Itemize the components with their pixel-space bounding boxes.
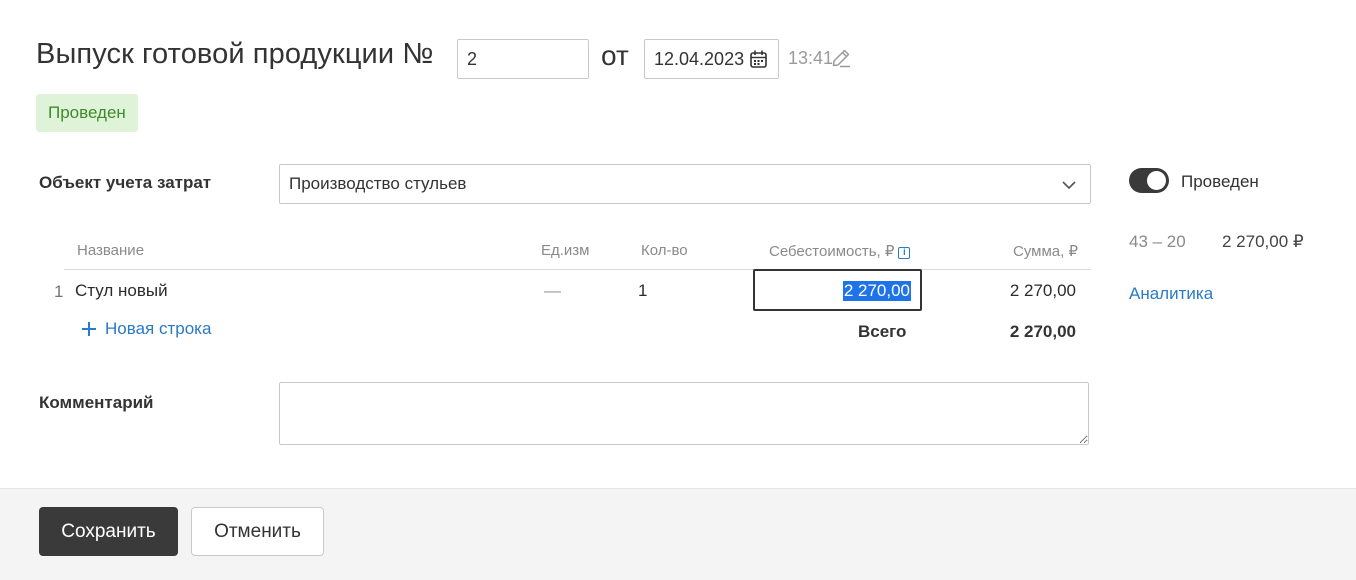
column-header-sum: Сумма, ₽	[1012, 243, 1078, 260]
posted-toggle-label: Проведен	[1181, 172, 1259, 191]
table-header-divider	[64, 269, 1091, 270]
date-field[interactable]: 12.04.2023	[644, 39, 779, 79]
total-label: Всего	[858, 322, 907, 341]
cost-object-value: Производство стульев	[289, 174, 467, 193]
row-cost-input[interactable]: 2 270,00	[753, 269, 922, 311]
comment-field[interactable]	[279, 382, 1089, 445]
time-value: 13:41	[788, 48, 834, 68]
row-sum: 2 270,00	[1009, 281, 1076, 300]
row-name[interactable]: Стул новый	[75, 281, 168, 301]
toggle-knob	[1147, 171, 1166, 190]
chevron-down-icon	[1062, 181, 1076, 190]
document-number-input[interactable]	[457, 39, 589, 79]
from-label: от	[601, 40, 629, 71]
posted-toggle[interactable]	[1129, 168, 1169, 193]
cost-object-label: Объект учета затрат	[39, 173, 212, 192]
add-row-button[interactable]: Новая строка	[81, 319, 211, 339]
status-badge: Проведен	[36, 94, 138, 132]
save-button[interactable]: Сохранить	[39, 507, 178, 556]
add-row-label: Новая строка	[105, 319, 212, 338]
info-icon[interactable]: i	[898, 247, 911, 259]
column-header-cost: Себестоимость, ₽ i	[769, 242, 911, 260]
page-title: Выпуск готовой продукции №	[36, 38, 434, 70]
column-header-unit: Ед.изм	[541, 242, 590, 259]
row-unit[interactable]: —	[544, 281, 561, 301]
comment-label: Комментарий	[39, 393, 154, 412]
account-number: 43 – 20	[1129, 232, 1186, 251]
pencil-icon[interactable]	[831, 48, 851, 68]
calendar-icon[interactable]	[750, 50, 767, 68]
plus-icon	[82, 322, 96, 336]
row-qty[interactable]: 1	[638, 281, 647, 301]
cancel-button[interactable]: Отменить	[191, 507, 324, 556]
row-cost-selected-text: 2 270,00	[842, 281, 911, 301]
column-header-qty: Кол-во	[641, 242, 688, 259]
column-header-name: Название	[77, 242, 145, 259]
column-header-cost-label: Себестоимость, ₽	[769, 243, 895, 260]
cost-object-select[interactable]: Производство стульев	[279, 164, 1091, 204]
total-value: 2 270,00	[1009, 322, 1076, 341]
analytics-link[interactable]: Аналитика	[1129, 284, 1213, 304]
row-index: 1	[54, 282, 64, 301]
date-value: 12.04.2023	[654, 48, 745, 69]
account-sum: 2 270,00 ₽	[1222, 232, 1304, 251]
